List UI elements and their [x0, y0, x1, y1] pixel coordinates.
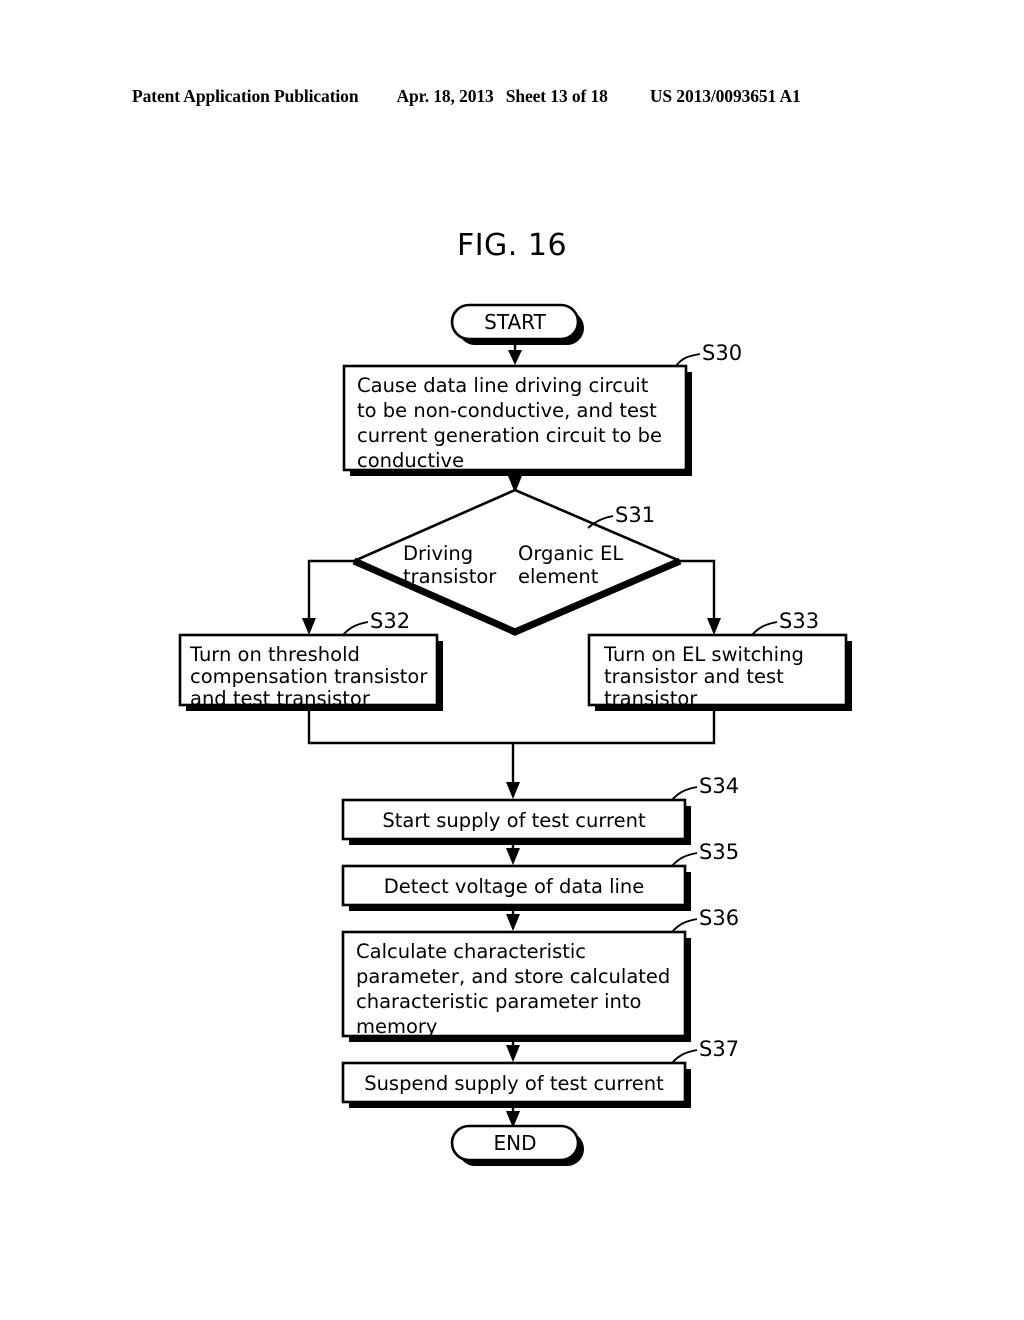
start-terminal-label: START — [484, 310, 546, 334]
patent-number: US 2013/0093651 A1 — [649, 86, 801, 106]
step-s30-line-3: current generation circuit to be — [357, 424, 662, 447]
step-s32-box: Turn on threshold compensation transisto… — [178, 633, 443, 711]
connector-s31-to-s32 — [302, 559, 354, 635]
step-s36-label: S36 — [699, 906, 739, 930]
step-s36-line-2: parameter, and store calculated — [356, 965, 670, 988]
step-s33-label: S33 — [779, 609, 819, 633]
step-s30-box: Cause data line driving circuit to be no… — [342, 364, 692, 476]
step-s32-label: S32 — [370, 609, 410, 633]
step-s36-box: Calculate characteristic parameter, and … — [341, 930, 691, 1042]
step-s33-leader: S33 — [751, 609, 819, 636]
start-terminal: START — [450, 303, 584, 345]
step-s37-line-1: Suspend supply of test current — [364, 1072, 664, 1095]
end-terminal-label: END — [494, 1131, 537, 1155]
step-s35-label: S35 — [699, 840, 739, 864]
step-s34-label: S34 — [699, 774, 739, 798]
step-s32-line-2: compensation transistor — [190, 665, 428, 688]
connector-s36-to-s37 — [506, 1042, 520, 1062]
step-s30-line-1: Cause data line driving circuit — [357, 374, 649, 397]
step-s30-leader: S30 — [675, 341, 742, 367]
step-s31-branch-left-line-1: Driving — [403, 542, 473, 565]
step-s31-branch-left-line-2: transistor — [403, 565, 497, 588]
step-s32-line-1: Turn on threshold — [189, 643, 360, 666]
step-s36-line-1: Calculate characteristic — [356, 940, 586, 963]
step-s31-leader: S31 — [587, 503, 655, 529]
connector-s31-to-s33 — [680, 559, 721, 635]
connector-s34-to-s35 — [506, 845, 520, 865]
step-s33-box: Turn on EL switching transistor and test… — [587, 633, 852, 711]
step-s34-box: Start supply of test current — [341, 798, 691, 845]
step-s35-line-1: Detect voltage of data line — [384, 875, 645, 898]
step-s32-leader: S32 — [342, 609, 410, 636]
end-terminal: END — [450, 1124, 584, 1166]
publication-label: Patent Application Publication — [132, 86, 359, 106]
step-s36-line-4: memory — [356, 1015, 437, 1038]
sheet-number: Sheet 13 of 18 — [505, 86, 608, 106]
step-s33-line-1: Turn on EL switching — [603, 643, 804, 666]
flowchart-diagram: START Cause data line driving circuit to… — [0, 290, 1024, 1170]
figure-title: FIG. 16 — [456, 228, 568, 263]
step-s31-label: S31 — [615, 503, 655, 527]
step-s34-leader: S34 — [671, 774, 739, 801]
connector-merge-s32-s33 — [307, 711, 716, 799]
step-s33-line-3: transistor — [604, 687, 698, 710]
step-s30-line-4: conductive — [357, 449, 464, 472]
step-s32-line-3: and test transistor — [190, 687, 371, 710]
patent-page-header: Patent Application Publication Apr. 18, … — [132, 86, 892, 110]
step-s31-branch-right-line-1: Organic EL — [518, 542, 623, 565]
step-s30-label: S30 — [702, 341, 742, 365]
step-s30-line-2: to be non-conductive, and test — [357, 399, 657, 422]
step-s34-line-1: Start supply of test current — [382, 809, 646, 832]
step-s37-box: Suspend supply of test current — [341, 1061, 691, 1108]
publication-date: Apr. 18, 2013 — [396, 86, 494, 106]
step-s35-box: Detect voltage of data line — [341, 864, 691, 911]
step-s33-line-2: transistor and test — [604, 665, 784, 688]
step-s36-line-3: characteristic parameter into — [356, 990, 641, 1013]
connector-s35-to-s36 — [506, 911, 520, 931]
step-s31-branch-right-line-2: element — [518, 565, 599, 588]
step-s37-label: S37 — [699, 1037, 739, 1061]
